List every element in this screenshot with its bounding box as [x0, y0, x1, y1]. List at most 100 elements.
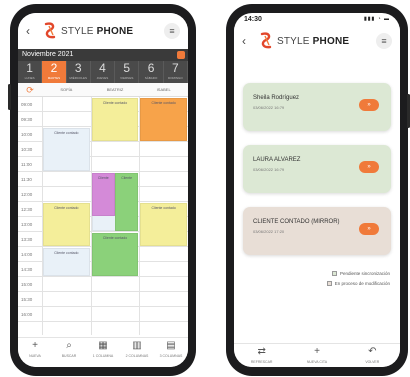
month-label: Noviembre 2021	[22, 51, 74, 58]
undo-icon: ↶	[368, 346, 377, 357]
nav-label: NUEVA	[29, 354, 41, 358]
brand-name: STYLE PHONE	[277, 35, 350, 47]
back-icon[interactable]: ‹	[242, 34, 254, 48]
list-phone: 14:30 ▮▮▮ ◔ ▬ ‹ STYLE PHONE ≡ Sheila Rod…	[226, 4, 410, 376]
nav-volver[interactable]: ↶ VOLVER	[345, 344, 400, 367]
day-6[interactable]: 6 SÁBADO	[139, 61, 164, 83]
time-label: 12:00	[21, 192, 33, 197]
day-name: SÁBADO	[144, 76, 158, 80]
list-screen: 14:30 ▮▮▮ ◔ ▬ ‹ STYLE PHONE ≡ Sheila Rod…	[234, 13, 400, 367]
legend-label: En proceso de modificación	[334, 281, 390, 286]
nav-buscar[interactable]: ⌕ BUSCAR	[52, 338, 86, 367]
day-number: 6	[147, 61, 155, 75]
day-1[interactable]: 1 LUNES	[18, 61, 43, 83]
day-5[interactable]: 5 VIERNES	[115, 61, 140, 83]
nav-label: 3 COLUMNAS	[159, 354, 183, 358]
day-number: 1	[26, 61, 33, 75]
appointment[interactable]: Cliente contado	[43, 248, 90, 276]
time-label: 13:00	[21, 222, 33, 227]
top-bar: ‹ STYLE PHONE ≡	[18, 13, 188, 49]
day-name: MARTES	[47, 76, 61, 80]
legend-label: Pendiente sincronización	[339, 271, 390, 276]
signal-battery-icon: ▮▮▮ ◔ ▬	[363, 16, 390, 22]
appointment[interactable]: Cliente contado	[43, 203, 90, 246]
phone-side-button	[8, 84, 11, 110]
calendar-phone: ‹ STYLE PHONE ≡ Noviembre 2021 1 LUNES 2 MA…	[8, 4, 196, 376]
month-bar: Noviembre 2021	[18, 49, 188, 61]
time-label: 13:30	[21, 237, 33, 242]
time-label: 10:30	[21, 147, 33, 152]
legend-swatch	[326, 281, 332, 286]
day-name: JUEVES	[96, 76, 109, 80]
appointment[interactable]: Cliente contado	[140, 98, 187, 141]
day-7[interactable]: 7 DOMINGO	[164, 61, 188, 83]
nav-nueva-cita[interactable]: + NUEVA CITA	[289, 344, 344, 367]
nav-1-columna[interactable]: ▦ 1 COLUMNA	[86, 338, 120, 367]
menu-icon[interactable]: ≡	[164, 23, 180, 39]
appointment[interactable]: Cliente	[91, 173, 115, 216]
legend-swatch	[331, 271, 337, 276]
time-label: 15:30	[21, 297, 33, 302]
time-label: 12:30	[21, 207, 33, 212]
time-label: 16:00	[21, 312, 33, 317]
column-sofía: SOFÍA	[60, 87, 73, 92]
day-3[interactable]: 3 MIÉRCOLES	[67, 61, 91, 83]
status-bar: 14:30 ▮▮▮ ◔ ▬	[234, 13, 400, 27]
day-number: 3	[74, 61, 82, 75]
client-card[interactable]: Sheila Rodríguez 03/06/2022 16:79 »	[243, 83, 391, 131]
client-date: 03/06/2022 16:79	[253, 105, 285, 110]
logo-icon	[44, 22, 56, 39]
day-number: 5	[123, 61, 131, 75]
day-2[interactable]: 2 MARTES	[42, 61, 67, 83]
day-4[interactable]: 4 JUEVES	[91, 61, 116, 83]
column-beatriz: BEATRIZ	[106, 87, 124, 92]
open-card-button[interactable]: »	[359, 161, 379, 173]
time-label: 15:00	[21, 282, 33, 287]
menu-icon[interactable]: ≡	[376, 33, 392, 49]
refresh-icon[interactable]: ⟳	[18, 83, 42, 96]
back-icon[interactable]: ‹	[26, 24, 38, 38]
client-card[interactable]: LAURA ALVAREZ 03/06/2022 16:79 »	[243, 145, 391, 193]
schedule-grid: 09:00 09:30 10:00 10:30 11:00 11:30 12:00 12:30…	[18, 97, 188, 335]
nav-label: 1 COLUMNA	[92, 354, 114, 358]
nav-label: REFRESCAR	[250, 360, 273, 364]
nav-2-columnas[interactable]: ▥ 2 COLUMNAS	[120, 338, 154, 367]
appointment[interactable]: Cliente contado	[91, 233, 139, 276]
time-label: 09:30	[21, 117, 33, 122]
bottom-nav: + NUEVA ⌕ BUSCAR ▦ 1 COLUMNA ▥ 2 COLUMNAS ▤ 3 COL…	[18, 337, 188, 367]
add-icon: +	[314, 346, 320, 357]
calendar-icon[interactable]	[177, 51, 185, 59]
nav-nueva[interactable]: + NUEVA	[18, 338, 52, 367]
appointment[interactable]: Cliente contado	[43, 128, 90, 171]
time-label: 11:00	[21, 162, 32, 167]
appointment[interactable]: Cliente contado	[140, 203, 187, 246]
nav-3-columnas[interactable]: ▤ 3 COLUMNAS	[154, 338, 188, 367]
time-label: 11:30	[21, 177, 32, 182]
bottom-nav: ⇄ REFRESCAR + NUEVA CITA ↶ VOLVER	[234, 343, 400, 367]
client-name: CLIENTE CONTADO (MIRROR)	[253, 219, 340, 225]
appointment[interactable]: Cliente	[115, 173, 139, 231]
client-name: LAURA ALVAREZ	[253, 157, 301, 163]
legend-item: Pendiente sincronización	[331, 271, 390, 276]
nav-refrescar[interactable]: ⇄ REFRESCAR	[234, 344, 289, 367]
calendar-screen: ‹ STYLE PHONE ≡ Noviembre 2021 1 LUNES 2 MA…	[18, 13, 188, 367]
time-row: 15:00	[18, 277, 188, 292]
client-date: 03/06/2022 17:20	[253, 229, 285, 234]
column-isabel: ISABEL	[156, 87, 171, 92]
nav-label: 2 COLUMNAS	[125, 354, 149, 358]
appointment[interactable]: Cliente contado	[91, 98, 139, 141]
search-icon: ⌕	[66, 340, 72, 351]
day-name: LUNES	[24, 76, 35, 80]
time-label: 09:00	[21, 102, 33, 107]
nav-label: NUEVA CITA	[306, 360, 328, 364]
client-card[interactable]: CLIENTE CONTADO (MIRROR) 03/06/2022 17:20…	[243, 207, 391, 255]
top-bar: ‹ STYLE PHONE ≡	[234, 27, 400, 55]
open-card-button[interactable]: »	[359, 223, 379, 235]
legend-item: En proceso de modificación	[326, 281, 390, 286]
time-label: 14:30	[21, 267, 33, 272]
open-card-button[interactable]: »	[359, 99, 379, 111]
time-row: 15:30	[18, 292, 188, 307]
logo-icon	[260, 32, 272, 49]
day-name: VIERNES	[120, 76, 134, 80]
time-label: 14:00	[21, 252, 33, 257]
